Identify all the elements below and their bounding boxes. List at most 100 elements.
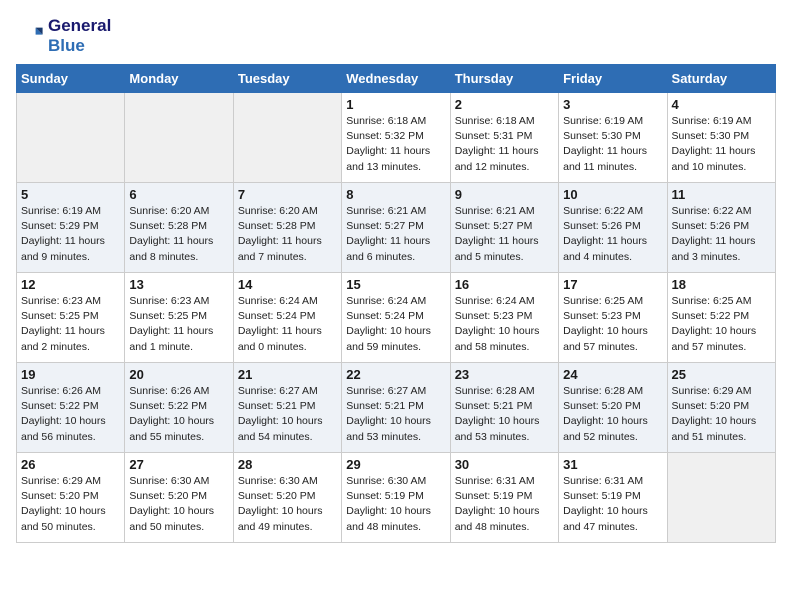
- calendar-cell: 5 Sunrise: 6:19 AM Sunset: 5:29 PM Daylig…: [17, 183, 125, 273]
- day-number: 31: [563, 457, 662, 472]
- day-info: Sunrise: 6:25 AM Sunset: 5:23 PM Dayligh…: [563, 294, 662, 355]
- calendar-cell: 28 Sunrise: 6:30 AM Sunset: 5:20 PM Dayli…: [233, 453, 341, 543]
- calendar-cell: 20 Sunrise: 6:26 AM Sunset: 5:22 PM Dayli…: [125, 363, 233, 453]
- day-number: 22: [346, 367, 445, 382]
- day-info: Sunrise: 6:30 AM Sunset: 5:20 PM Dayligh…: [238, 474, 337, 535]
- day-info: Sunrise: 6:28 AM Sunset: 5:20 PM Dayligh…: [563, 384, 662, 445]
- day-info: Sunrise: 6:24 AM Sunset: 5:24 PM Dayligh…: [346, 294, 445, 355]
- day-number: 11: [672, 187, 771, 202]
- day-info: Sunrise: 6:27 AM Sunset: 5:21 PM Dayligh…: [346, 384, 445, 445]
- day-number: 21: [238, 367, 337, 382]
- calendar-cell: 7Sunrise: 6:20 AM Sunset: 5:28 PM Daylig…: [233, 183, 341, 273]
- weekday-header: Saturday: [667, 65, 775, 93]
- day-number: 28: [238, 457, 337, 472]
- day-info: Sunrise: 6:23 AM Sunset: 5:25 PM Dayligh…: [21, 294, 120, 355]
- day-info: Sunrise: 6:31 AM Sunset: 5:19 PM Dayligh…: [455, 474, 554, 535]
- calendar-cell: 16 Sunrise: 6:24 AM Sunset: 5:23 PM Dayli…: [450, 273, 558, 363]
- calendar-cell: 30 Sunrise: 6:31 AM Sunset: 5:19 PM Dayli…: [450, 453, 558, 543]
- calendar-cell: [233, 93, 341, 183]
- day-number: 1: [346, 97, 445, 112]
- calendar-cell: 1 Sunrise: 6:18 AM Sunset: 5:32 PM Daylig…: [342, 93, 450, 183]
- day-number: 16: [455, 277, 554, 292]
- day-info: Sunrise: 6:30 AM Sunset: 5:20 PM Dayligh…: [129, 474, 228, 535]
- calendar-table: SundayMondayTuesdayWednesdayThursdayFrid…: [16, 64, 776, 543]
- day-number: 8: [346, 187, 445, 202]
- day-info: Sunrise: 6:23 AM Sunset: 5:25 PM Dayligh…: [129, 294, 228, 355]
- day-info: Sunrise: 6:22 AM Sunset: 5:26 PM Dayligh…: [672, 204, 771, 265]
- day-info: Sunrise: 6:19 AM Sunset: 5:29 PM Dayligh…: [21, 204, 120, 265]
- day-number: 10: [563, 187, 662, 202]
- calendar-cell: 2 Sunrise: 6:18 AM Sunset: 5:31 PM Daylig…: [450, 93, 558, 183]
- day-info: Sunrise: 6:18 AM Sunset: 5:31 PM Dayligh…: [455, 114, 554, 175]
- day-number: 17: [563, 277, 662, 292]
- calendar-cell: 22 Sunrise: 6:27 AM Sunset: 5:21 PM Dayli…: [342, 363, 450, 453]
- calendar-cell: 4 Sunrise: 6:19 AM Sunset: 5:30 PM Daylig…: [667, 93, 775, 183]
- weekday-header: Thursday: [450, 65, 558, 93]
- calendar-cell: [125, 93, 233, 183]
- weekday-header: Friday: [559, 65, 667, 93]
- calendar-cell: 8 Sunrise: 6:21 AM Sunset: 5:27 PM Daylig…: [342, 183, 450, 273]
- calendar-cell: 15 Sunrise: 6:24 AM Sunset: 5:24 PM Dayli…: [342, 273, 450, 363]
- calendar-week: 26 Sunrise: 6:29 AM Sunset: 5:20 PM Dayli…: [17, 453, 776, 543]
- day-number: 2: [455, 97, 554, 112]
- day-number: 15: [346, 277, 445, 292]
- weekday-header: Monday: [125, 65, 233, 93]
- day-number: 19: [21, 367, 120, 382]
- day-number: 4: [672, 97, 771, 112]
- calendar-week: 1 Sunrise: 6:18 AM Sunset: 5:32 PM Daylig…: [17, 93, 776, 183]
- calendar-cell: [17, 93, 125, 183]
- day-number: 7: [238, 187, 337, 202]
- day-info: Sunrise: 6:19 AM Sunset: 5:30 PM Dayligh…: [672, 114, 771, 175]
- calendar-week: 12 Sunrise: 6:23 AM Sunset: 5:25 PM Dayli…: [17, 273, 776, 363]
- day-number: 20: [129, 367, 228, 382]
- calendar-cell: 13 Sunrise: 6:23 AM Sunset: 5:25 PM Dayli…: [125, 273, 233, 363]
- day-number: 5: [21, 187, 120, 202]
- calendar-cell: 10 Sunrise: 6:22 AM Sunset: 5:26 PM Dayli…: [559, 183, 667, 273]
- day-info: Sunrise: 6:21 AM Sunset: 5:27 PM Dayligh…: [455, 204, 554, 265]
- calendar-cell: 6 Sunrise: 6:20 AM Sunset: 5:28 PM Daylig…: [125, 183, 233, 273]
- day-info: Sunrise: 6:26 AM Sunset: 5:22 PM Dayligh…: [129, 384, 228, 445]
- day-info: Sunrise: 6:22 AM Sunset: 5:26 PM Dayligh…: [563, 204, 662, 265]
- logo-text: General Blue: [48, 16, 111, 56]
- day-number: 3: [563, 97, 662, 112]
- calendar-cell: [667, 453, 775, 543]
- calendar-cell: 27 Sunrise: 6:30 AM Sunset: 5:20 PM Dayli…: [125, 453, 233, 543]
- day-info: Sunrise: 6:18 AM Sunset: 5:32 PM Dayligh…: [346, 114, 445, 175]
- day-info: Sunrise: 6:25 AM Sunset: 5:22 PM Dayligh…: [672, 294, 771, 355]
- day-info: Sunrise: 6:30 AM Sunset: 5:19 PM Dayligh…: [346, 474, 445, 535]
- day-number: 29: [346, 457, 445, 472]
- day-info: Sunrise: 6:24 AM Sunset: 5:23 PM Dayligh…: [455, 294, 554, 355]
- logo-icon: [16, 22, 44, 50]
- day-number: 26: [21, 457, 120, 472]
- calendar-cell: 26 Sunrise: 6:29 AM Sunset: 5:20 PM Dayli…: [17, 453, 125, 543]
- day-number: 27: [129, 457, 228, 472]
- calendar-cell: 21 Sunrise: 6:27 AM Sunset: 5:21 PM Dayli…: [233, 363, 341, 453]
- calendar-week: 19 Sunrise: 6:26 AM Sunset: 5:22 PM Dayli…: [17, 363, 776, 453]
- logo: General Blue: [16, 16, 111, 56]
- day-info: Sunrise: 6:29 AM Sunset: 5:20 PM Dayligh…: [21, 474, 120, 535]
- calendar-cell: 19 Sunrise: 6:26 AM Sunset: 5:22 PM Dayli…: [17, 363, 125, 453]
- day-number: 24: [563, 367, 662, 382]
- day-info: Sunrise: 6:21 AM Sunset: 5:27 PM Dayligh…: [346, 204, 445, 265]
- day-number: 30: [455, 457, 554, 472]
- day-info: Sunrise: 6:31 AM Sunset: 5:19 PM Dayligh…: [563, 474, 662, 535]
- day-info: Sunrise: 6:19 AM Sunset: 5:30 PM Dayligh…: [563, 114, 662, 175]
- day-number: 6: [129, 187, 228, 202]
- day-info: Sunrise: 6:27 AM Sunset: 5:21 PM Dayligh…: [238, 384, 337, 445]
- page-header: General Blue: [16, 16, 776, 56]
- day-info: Sunrise: 6:29 AM Sunset: 5:20 PM Dayligh…: [672, 384, 771, 445]
- day-info: Sunrise: 6:24 AM Sunset: 5:24 PM Dayligh…: [238, 294, 337, 355]
- calendar-cell: 31 Sunrise: 6:31 AM Sunset: 5:19 PM Dayli…: [559, 453, 667, 543]
- calendar-cell: 17 Sunrise: 6:25 AM Sunset: 5:23 PM Dayli…: [559, 273, 667, 363]
- day-info: Sunrise: 6:20 AM Sunset: 5:28 PM Dayligh…: [129, 204, 228, 265]
- calendar-cell: 9 Sunrise: 6:21 AM Sunset: 5:27 PM Daylig…: [450, 183, 558, 273]
- calendar-week: 5 Sunrise: 6:19 AM Sunset: 5:29 PM Daylig…: [17, 183, 776, 273]
- calendar-cell: 18Sunrise: 6:25 AM Sunset: 5:22 PM Dayli…: [667, 273, 775, 363]
- day-info: Sunrise: 6:28 AM Sunset: 5:21 PM Dayligh…: [455, 384, 554, 445]
- weekday-header: Sunday: [17, 65, 125, 93]
- day-number: 25: [672, 367, 771, 382]
- day-number: 12: [21, 277, 120, 292]
- day-number: 9: [455, 187, 554, 202]
- day-number: 13: [129, 277, 228, 292]
- day-info: Sunrise: 6:26 AM Sunset: 5:22 PM Dayligh…: [21, 384, 120, 445]
